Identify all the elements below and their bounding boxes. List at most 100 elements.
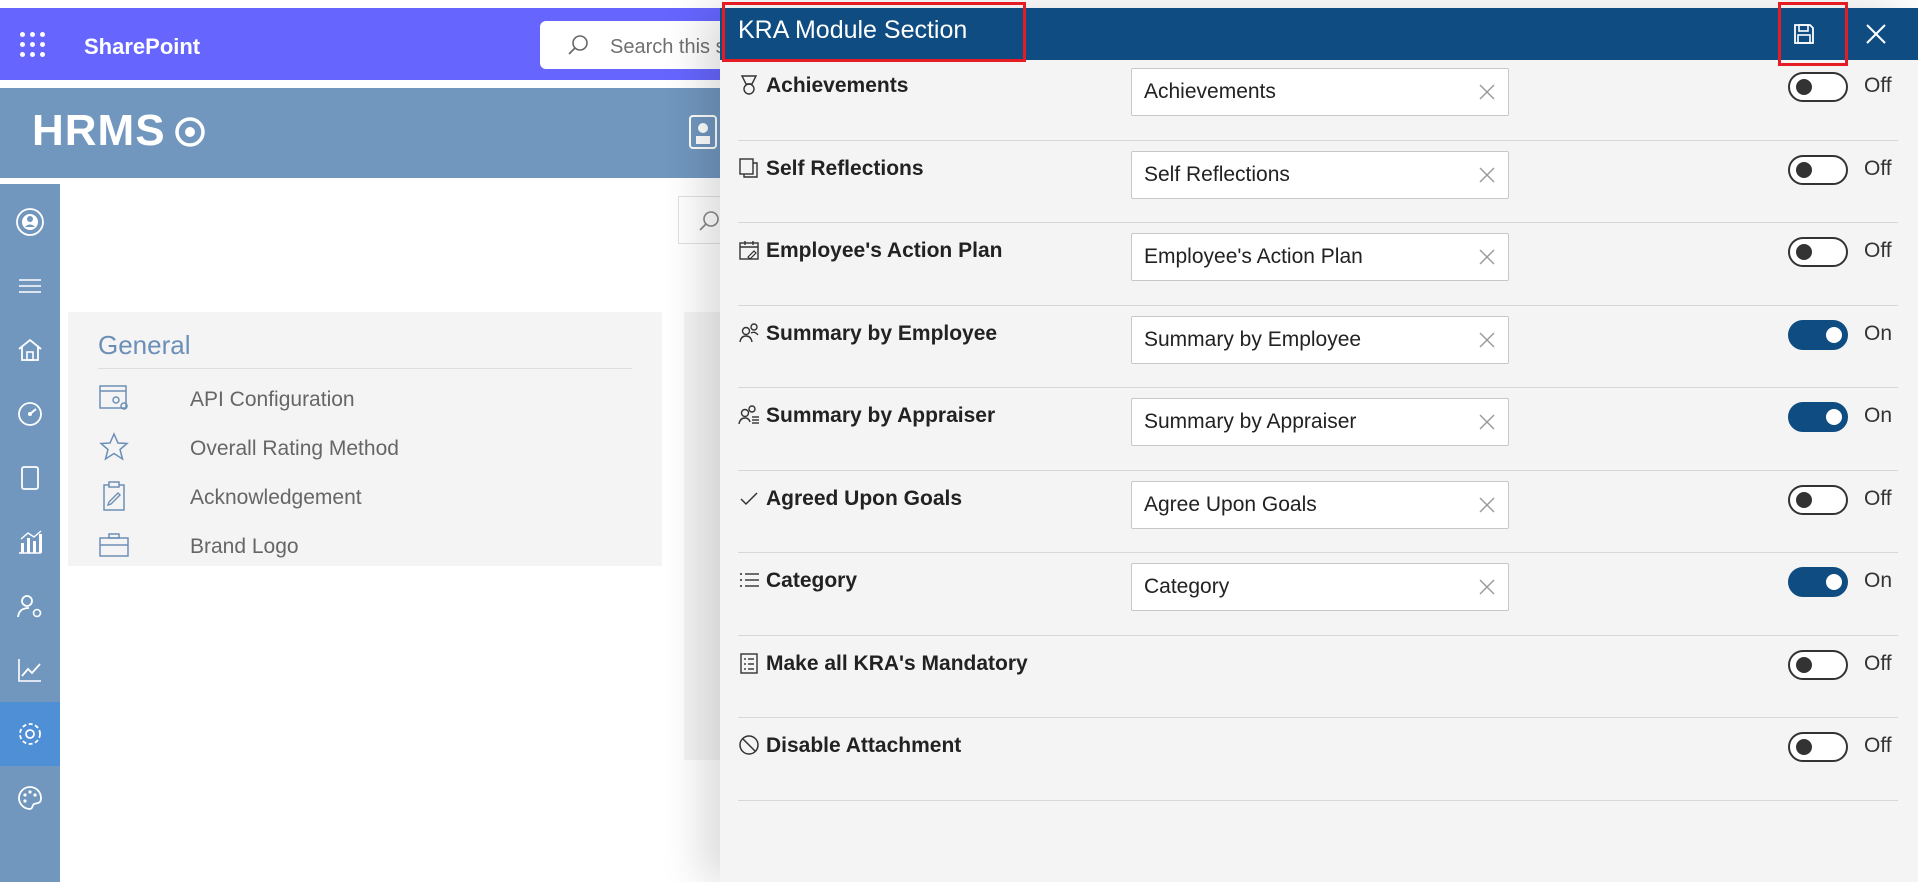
setting-row-self-reflections: Self Reflections Off	[738, 141, 1898, 223]
toggle-knob	[1826, 326, 1842, 343]
toggle-switch[interactable]	[1788, 649, 1848, 680]
logo-ring-icon	[175, 117, 205, 147]
toggle-knob	[1796, 244, 1812, 260]
toggle-knob	[1796, 161, 1812, 178]
toggle-state-label: On	[1864, 569, 1893, 592]
toggle-knob	[1796, 79, 1812, 95]
setting-label: Category	[766, 569, 858, 592]
search-icon	[699, 211, 719, 231]
clipboard-edit-icon	[103, 481, 125, 511]
setting-row-summary-by-appraiser: Summary by Appraiser On	[738, 388, 1898, 471]
search-icon	[568, 35, 588, 55]
display-name-input[interactable]	[1144, 316, 1464, 363]
dashboard-gauge-icon	[18, 402, 42, 426]
rail-user-settings[interactable]	[0, 574, 60, 638]
toggle-knob	[1796, 656, 1812, 673]
settings-gear-icon	[19, 723, 41, 745]
setting-label: Achievements	[766, 74, 909, 97]
setting-row-make-kra-mandatory: Make all KRA's Mandatory Off	[738, 636, 1898, 718]
setting-label: Disable Attachment	[766, 734, 962, 757]
display-name-field[interactable]	[1131, 233, 1509, 281]
toggle-state-label: On	[1864, 321, 1893, 345]
close-button[interactable]	[1858, 16, 1894, 52]
display-name-input[interactable]	[1144, 399, 1464, 445]
toggle-state-label: Off	[1864, 651, 1892, 675]
toggle-switch[interactable]	[1788, 72, 1848, 102]
rail-profile[interactable]	[0, 190, 60, 254]
display-name-input[interactable]	[1144, 481, 1464, 528]
clear-icon[interactable]	[1478, 496, 1496, 514]
toggle-switch[interactable]	[1788, 567, 1848, 597]
rail-settings[interactable]	[0, 702, 60, 766]
clear-icon[interactable]	[1478, 413, 1496, 431]
rail-analytics[interactable]	[0, 510, 60, 574]
document-icon	[21, 466, 39, 490]
display-name-field[interactable]	[1131, 398, 1509, 446]
profile-circle-icon	[16, 208, 44, 236]
calendar-edit-icon	[739, 241, 759, 260]
clear-icon[interactable]	[1478, 248, 1496, 266]
setting-label: Agreed Upon Goals	[766, 486, 963, 510]
clear-icon[interactable]	[1478, 331, 1496, 349]
general-item-brand-logo[interactable]: Brand Logo	[98, 529, 618, 565]
display-name-input[interactable]	[1144, 69, 1464, 115]
rail-themes[interactable]	[0, 766, 60, 830]
copy-pages-icon	[739, 157, 758, 178]
general-item-label: Acknowledgement	[190, 486, 362, 509]
setting-label: Summary by Employee	[766, 321, 998, 345]
rail-dashboard[interactable]	[0, 382, 60, 446]
menu-icon	[19, 279, 41, 293]
clear-icon[interactable]	[1478, 83, 1496, 101]
general-item-api-configuration[interactable]: API Configuration	[98, 382, 618, 418]
toggle-state-label: Off	[1864, 239, 1892, 262]
toggle-switch[interactable]	[1788, 154, 1848, 185]
display-name-field[interactable]	[1131, 150, 1509, 199]
toggle-switch[interactable]	[1788, 732, 1848, 762]
palette-icon	[18, 786, 42, 810]
trend-line-icon	[18, 659, 41, 682]
clear-icon[interactable]	[1478, 166, 1496, 184]
left-nav-rail	[0, 184, 60, 882]
clear-icon[interactable]	[1478, 578, 1496, 596]
toggle-switch[interactable]	[1788, 319, 1848, 350]
rail-documents[interactable]	[0, 446, 60, 510]
app-name[interactable]: SharePoint	[84, 34, 200, 60]
kra-module-panel: KRA Module Section Achievements Achievem…	[720, 2, 1918, 882]
general-item-overall-rating[interactable]: Overall Rating Method	[98, 431, 618, 467]
sharepoint-page: SharePoint Search this site HRMS General…	[0, 0, 1918, 882]
setting-row-category: Category On	[738, 553, 1898, 636]
employee-card-icon	[689, 115, 717, 149]
general-title: General	[98, 330, 191, 360]
setting-row-disable-attachment: Disable Attachment Off	[738, 718, 1898, 801]
rail-trends[interactable]	[0, 638, 60, 702]
display-name-field[interactable]	[1131, 68, 1509, 116]
close-icon	[1866, 24, 1886, 44]
general-item-acknowledgement[interactable]: Acknowledgement	[98, 480, 618, 516]
rail-menu[interactable]	[0, 254, 60, 318]
display-name-input[interactable]	[1144, 151, 1464, 198]
toggle-switch[interactable]	[1788, 237, 1848, 267]
app-launcher-icon[interactable]	[20, 32, 46, 58]
star-icon	[99, 432, 129, 461]
divider	[98, 368, 632, 369]
display-name-input[interactable]	[1144, 564, 1464, 610]
toggle-state-label: Off	[1864, 156, 1892, 180]
display-name-field[interactable]	[1131, 315, 1509, 364]
general-item-label: API Configuration	[190, 388, 355, 411]
display-name-input[interactable]	[1144, 234, 1464, 280]
toggle-knob	[1796, 491, 1812, 508]
toggle-switch[interactable]	[1788, 402, 1848, 432]
people-list-icon	[738, 405, 759, 425]
setting-label: Summary by Appraiser	[766, 404, 996, 427]
toggle-knob	[1796, 739, 1812, 755]
user-settings-icon	[17, 595, 42, 618]
toggle-switch[interactable]	[1788, 484, 1848, 515]
home-icon	[18, 338, 42, 361]
toggle-knob	[1826, 409, 1842, 425]
display-name-field[interactable]	[1131, 480, 1509, 529]
checklist-doc-icon	[740, 652, 758, 674]
hrms-header: HRMS	[0, 88, 720, 178]
ribbon-medal-icon	[740, 75, 758, 95]
display-name-field[interactable]	[1131, 563, 1509, 611]
rail-home[interactable]	[0, 318, 60, 382]
